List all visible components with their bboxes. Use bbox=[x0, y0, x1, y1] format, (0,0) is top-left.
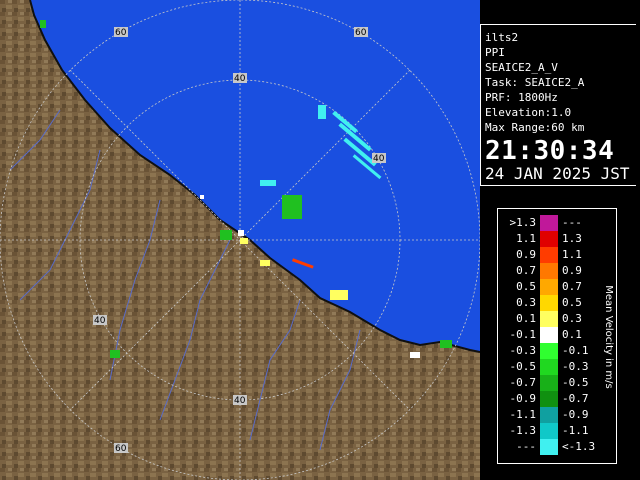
legend-row: -0.3 -0.1 bbox=[498, 343, 598, 359]
legend-swatch bbox=[540, 327, 558, 343]
legend-high-value: 0.5 bbox=[562, 296, 582, 309]
elevation-value: Elevation:1.0 bbox=[485, 106, 572, 119]
legend-low-value: -0.3 bbox=[509, 344, 537, 357]
legend-high-value: 0.7 bbox=[562, 280, 582, 293]
legend-low-value: 1.1 bbox=[516, 232, 536, 245]
legend-low-value: -0.1 bbox=[509, 328, 537, 341]
legend-high-value: -0.1 bbox=[562, 344, 589, 357]
legend-high-value: 1.1 bbox=[562, 248, 582, 261]
legend-high-value: -1.1 bbox=[562, 424, 589, 437]
scan-mode: PPI bbox=[485, 46, 505, 59]
legend-row: -0.1 0.1 bbox=[498, 327, 598, 343]
legend-swatch bbox=[540, 279, 558, 295]
legend-high-value: <-1.3 bbox=[562, 440, 596, 453]
legend-swatch bbox=[540, 359, 558, 375]
max-range-value: Max Range:60 km bbox=[485, 121, 585, 134]
legend-low-value: -0.5 bbox=[509, 360, 537, 373]
ring-label-60-nw: 60 bbox=[115, 28, 127, 38]
legend-row: 0.5 0.7 bbox=[498, 279, 598, 295]
legend-swatch bbox=[540, 343, 558, 359]
legend-low-value: 0.7 bbox=[516, 264, 536, 277]
legend-low-value: 0.3 bbox=[516, 296, 536, 309]
legend-high-value: 0.9 bbox=[562, 264, 582, 277]
ring-label-40-n: 40 bbox=[234, 74, 246, 84]
velocity-legend: >1.3 --- 1.1 1.3 0.9 1.1 0.7 0.9 0.5 0.7 0.3 0.5 0.1… bbox=[497, 208, 617, 464]
legend-low-value: -1.1 bbox=[509, 408, 537, 421]
legend-low-value: -1.3 bbox=[509, 424, 537, 437]
legend-swatch bbox=[540, 423, 558, 439]
legend-high-value: -0.9 bbox=[562, 408, 589, 421]
legend-high-value: --- bbox=[562, 216, 582, 229]
legend-row: -0.9 -0.7 bbox=[498, 391, 598, 407]
legend-row: 0.9 1.1 bbox=[498, 247, 598, 263]
legend-swatch bbox=[540, 391, 558, 407]
legend-row: >1.3 --- bbox=[498, 215, 598, 231]
legend-row: 0.7 0.9 bbox=[498, 263, 598, 279]
legend-swatch bbox=[540, 439, 558, 455]
legend-swatch bbox=[540, 407, 558, 423]
prf-value: PRF: 1800Hz bbox=[485, 91, 558, 104]
scan-date: 24 JAN 2025 JST bbox=[485, 164, 630, 183]
legend-high-value: 1.3 bbox=[562, 232, 582, 245]
legend-low-value: --- bbox=[516, 440, 536, 453]
legend-high-value: 0.3 bbox=[562, 312, 582, 325]
legend-row: 0.3 0.5 bbox=[498, 295, 598, 311]
ring-label-40-e: 40 bbox=[373, 154, 385, 164]
legend-swatch bbox=[540, 247, 558, 263]
legend-swatch bbox=[540, 231, 558, 247]
ring-label-40-s: 40 bbox=[234, 396, 246, 406]
ring-label-60-sw: 60 bbox=[115, 444, 127, 454]
legend-swatch bbox=[540, 215, 558, 231]
legend-low-value: -0.9 bbox=[509, 392, 537, 405]
legend-low-value: -0.7 bbox=[509, 376, 537, 389]
scan-info-panel: ilts2 PPI SEAICE2_A_V Task: SEAICE2_A PR… bbox=[480, 24, 636, 186]
task-name: Task: SEAICE2_A bbox=[485, 76, 585, 89]
legend-high-value: -0.3 bbox=[562, 360, 589, 373]
legend-swatch bbox=[540, 311, 558, 327]
product-name: SEAICE2_A_V bbox=[485, 61, 558, 74]
ring-label-60-ne: 60 bbox=[355, 28, 367, 38]
scan-time: 21:30:34 bbox=[485, 136, 615, 166]
legend-row: --- <-1.3 bbox=[498, 439, 598, 455]
legend-high-value: 0.1 bbox=[562, 328, 582, 341]
legend-low-value: >1.3 bbox=[509, 216, 537, 229]
legend-low-value: 0.5 bbox=[516, 280, 536, 293]
legend-row: -1.3 -1.1 bbox=[498, 423, 598, 439]
radar-map-svg: 60 60 40 40 40 40 60 bbox=[0, 0, 480, 480]
ring-label-40-w: 40 bbox=[94, 316, 106, 326]
legend-swatch bbox=[540, 295, 558, 311]
legend-swatch bbox=[540, 375, 558, 391]
radar-ppi-map: 60 60 40 40 40 40 60 bbox=[0, 0, 480, 480]
legend-row: -0.5 -0.3 bbox=[498, 359, 598, 375]
legend-row: -1.1 -0.9 bbox=[498, 407, 598, 423]
legend-low-value: 0.9 bbox=[516, 248, 536, 261]
legend-high-value: -0.5 bbox=[562, 376, 589, 389]
legend-row: 1.1 1.3 bbox=[498, 231, 598, 247]
legend-row: -0.7 -0.5 bbox=[498, 375, 598, 391]
legend-row: 0.1 0.3 bbox=[498, 311, 598, 327]
legend-high-value: -0.7 bbox=[562, 392, 589, 405]
legend-low-value: 0.1 bbox=[516, 312, 536, 325]
legend-swatch bbox=[540, 263, 558, 279]
site-name: ilts2 bbox=[485, 31, 519, 44]
legend-unit-label: Mean Velocity in m/s bbox=[603, 285, 614, 389]
